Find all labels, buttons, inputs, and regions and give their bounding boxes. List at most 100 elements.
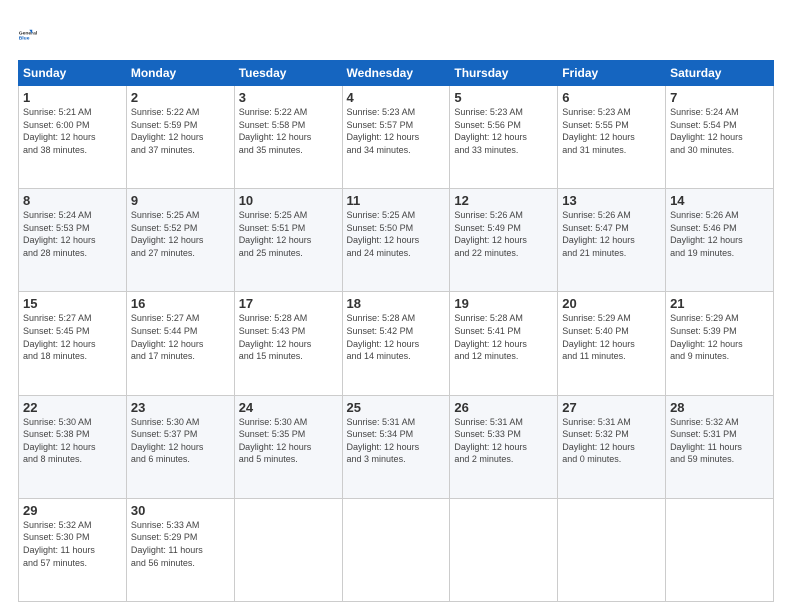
- day-info: Sunrise: 5:25 AM Sunset: 5:52 PM Dayligh…: [131, 209, 230, 259]
- day-cell: 28Sunrise: 5:32 AM Sunset: 5:31 PM Dayli…: [666, 395, 774, 498]
- day-cell: [450, 498, 558, 601]
- day-number: 9: [131, 193, 230, 208]
- day-cell: 24Sunrise: 5:30 AM Sunset: 5:35 PM Dayli…: [234, 395, 342, 498]
- day-number: 6: [562, 90, 661, 105]
- day-cell: 14Sunrise: 5:26 AM Sunset: 5:46 PM Dayli…: [666, 189, 774, 292]
- day-info: Sunrise: 5:26 AM Sunset: 5:47 PM Dayligh…: [562, 209, 661, 259]
- day-number: 7: [670, 90, 769, 105]
- day-info: Sunrise: 5:23 AM Sunset: 5:57 PM Dayligh…: [347, 106, 446, 156]
- day-number: 27: [562, 400, 661, 415]
- weekday-thursday: Thursday: [450, 61, 558, 86]
- day-info: Sunrise: 5:26 AM Sunset: 5:46 PM Dayligh…: [670, 209, 769, 259]
- day-cell: [234, 498, 342, 601]
- day-number: 2: [131, 90, 230, 105]
- day-info: Sunrise: 5:26 AM Sunset: 5:49 PM Dayligh…: [454, 209, 553, 259]
- day-number: 14: [670, 193, 769, 208]
- day-number: 17: [239, 296, 338, 311]
- header: General Blue: [18, 18, 774, 50]
- day-cell: 20Sunrise: 5:29 AM Sunset: 5:40 PM Dayli…: [558, 292, 666, 395]
- day-number: 23: [131, 400, 230, 415]
- week-row-4: 22Sunrise: 5:30 AM Sunset: 5:38 PM Dayli…: [19, 395, 774, 498]
- day-info: Sunrise: 5:33 AM Sunset: 5:29 PM Dayligh…: [131, 519, 230, 569]
- day-cell: 23Sunrise: 5:30 AM Sunset: 5:37 PM Dayli…: [126, 395, 234, 498]
- day-cell: 25Sunrise: 5:31 AM Sunset: 5:34 PM Dayli…: [342, 395, 450, 498]
- day-number: 10: [239, 193, 338, 208]
- day-info: Sunrise: 5:23 AM Sunset: 5:56 PM Dayligh…: [454, 106, 553, 156]
- logo-icon: General Blue: [18, 18, 50, 50]
- day-cell: 1Sunrise: 5:21 AM Sunset: 6:00 PM Daylig…: [19, 86, 127, 189]
- logo: General Blue: [18, 18, 50, 50]
- day-number: 29: [23, 503, 122, 518]
- day-number: 20: [562, 296, 661, 311]
- day-info: Sunrise: 5:32 AM Sunset: 5:30 PM Dayligh…: [23, 519, 122, 569]
- day-cell: 16Sunrise: 5:27 AM Sunset: 5:44 PM Dayli…: [126, 292, 234, 395]
- day-cell: 22Sunrise: 5:30 AM Sunset: 5:38 PM Dayli…: [19, 395, 127, 498]
- day-cell: [342, 498, 450, 601]
- day-cell: 6Sunrise: 5:23 AM Sunset: 5:55 PM Daylig…: [558, 86, 666, 189]
- svg-text:General: General: [19, 31, 38, 37]
- day-info: Sunrise: 5:27 AM Sunset: 5:45 PM Dayligh…: [23, 312, 122, 362]
- day-cell: 12Sunrise: 5:26 AM Sunset: 5:49 PM Dayli…: [450, 189, 558, 292]
- day-info: Sunrise: 5:24 AM Sunset: 5:53 PM Dayligh…: [23, 209, 122, 259]
- day-info: Sunrise: 5:21 AM Sunset: 6:00 PM Dayligh…: [23, 106, 122, 156]
- calendar-table: SundayMondayTuesdayWednesdayThursdayFrid…: [18, 60, 774, 602]
- week-row-3: 15Sunrise: 5:27 AM Sunset: 5:45 PM Dayli…: [19, 292, 774, 395]
- weekday-saturday: Saturday: [666, 61, 774, 86]
- day-cell: 26Sunrise: 5:31 AM Sunset: 5:33 PM Dayli…: [450, 395, 558, 498]
- day-number: 12: [454, 193, 553, 208]
- day-info: Sunrise: 5:32 AM Sunset: 5:31 PM Dayligh…: [670, 416, 769, 466]
- day-number: 22: [23, 400, 122, 415]
- day-info: Sunrise: 5:29 AM Sunset: 5:39 PM Dayligh…: [670, 312, 769, 362]
- day-info: Sunrise: 5:31 AM Sunset: 5:32 PM Dayligh…: [562, 416, 661, 466]
- weekday-wednesday: Wednesday: [342, 61, 450, 86]
- day-number: 13: [562, 193, 661, 208]
- day-cell: 3Sunrise: 5:22 AM Sunset: 5:58 PM Daylig…: [234, 86, 342, 189]
- day-info: Sunrise: 5:29 AM Sunset: 5:40 PM Dayligh…: [562, 312, 661, 362]
- day-info: Sunrise: 5:28 AM Sunset: 5:43 PM Dayligh…: [239, 312, 338, 362]
- day-cell: [666, 498, 774, 601]
- week-row-2: 8Sunrise: 5:24 AM Sunset: 5:53 PM Daylig…: [19, 189, 774, 292]
- day-cell: 8Sunrise: 5:24 AM Sunset: 5:53 PM Daylig…: [19, 189, 127, 292]
- day-info: Sunrise: 5:31 AM Sunset: 5:33 PM Dayligh…: [454, 416, 553, 466]
- day-info: Sunrise: 5:23 AM Sunset: 5:55 PM Dayligh…: [562, 106, 661, 156]
- day-cell: 30Sunrise: 5:33 AM Sunset: 5:29 PM Dayli…: [126, 498, 234, 601]
- day-info: Sunrise: 5:22 AM Sunset: 5:58 PM Dayligh…: [239, 106, 338, 156]
- day-number: 24: [239, 400, 338, 415]
- page: General Blue SundayMondayTuesdayWednesda…: [0, 0, 792, 612]
- day-number: 3: [239, 90, 338, 105]
- day-number: 15: [23, 296, 122, 311]
- day-cell: 13Sunrise: 5:26 AM Sunset: 5:47 PM Dayli…: [558, 189, 666, 292]
- day-cell: 11Sunrise: 5:25 AM Sunset: 5:50 PM Dayli…: [342, 189, 450, 292]
- week-row-5: 29Sunrise: 5:32 AM Sunset: 5:30 PM Dayli…: [19, 498, 774, 601]
- day-info: Sunrise: 5:30 AM Sunset: 5:37 PM Dayligh…: [131, 416, 230, 466]
- day-info: Sunrise: 5:25 AM Sunset: 5:50 PM Dayligh…: [347, 209, 446, 259]
- day-number: 28: [670, 400, 769, 415]
- weekday-header-row: SundayMondayTuesdayWednesdayThursdayFrid…: [19, 61, 774, 86]
- day-number: 1: [23, 90, 122, 105]
- day-cell: [558, 498, 666, 601]
- day-number: 8: [23, 193, 122, 208]
- day-info: Sunrise: 5:31 AM Sunset: 5:34 PM Dayligh…: [347, 416, 446, 466]
- day-number: 25: [347, 400, 446, 415]
- day-number: 18: [347, 296, 446, 311]
- day-cell: 10Sunrise: 5:25 AM Sunset: 5:51 PM Dayli…: [234, 189, 342, 292]
- day-cell: 5Sunrise: 5:23 AM Sunset: 5:56 PM Daylig…: [450, 86, 558, 189]
- day-cell: 27Sunrise: 5:31 AM Sunset: 5:32 PM Dayli…: [558, 395, 666, 498]
- day-number: 19: [454, 296, 553, 311]
- day-cell: 18Sunrise: 5:28 AM Sunset: 5:42 PM Dayli…: [342, 292, 450, 395]
- day-info: Sunrise: 5:24 AM Sunset: 5:54 PM Dayligh…: [670, 106, 769, 156]
- day-cell: 19Sunrise: 5:28 AM Sunset: 5:41 PM Dayli…: [450, 292, 558, 395]
- day-info: Sunrise: 5:30 AM Sunset: 5:35 PM Dayligh…: [239, 416, 338, 466]
- week-row-1: 1Sunrise: 5:21 AM Sunset: 6:00 PM Daylig…: [19, 86, 774, 189]
- day-cell: 7Sunrise: 5:24 AM Sunset: 5:54 PM Daylig…: [666, 86, 774, 189]
- day-info: Sunrise: 5:27 AM Sunset: 5:44 PM Dayligh…: [131, 312, 230, 362]
- day-number: 16: [131, 296, 230, 311]
- day-number: 30: [131, 503, 230, 518]
- day-info: Sunrise: 5:30 AM Sunset: 5:38 PM Dayligh…: [23, 416, 122, 466]
- day-info: Sunrise: 5:25 AM Sunset: 5:51 PM Dayligh…: [239, 209, 338, 259]
- day-info: Sunrise: 5:28 AM Sunset: 5:42 PM Dayligh…: [347, 312, 446, 362]
- svg-text:Blue: Blue: [19, 35, 30, 41]
- weekday-monday: Monday: [126, 61, 234, 86]
- day-cell: 15Sunrise: 5:27 AM Sunset: 5:45 PM Dayli…: [19, 292, 127, 395]
- weekday-friday: Friday: [558, 61, 666, 86]
